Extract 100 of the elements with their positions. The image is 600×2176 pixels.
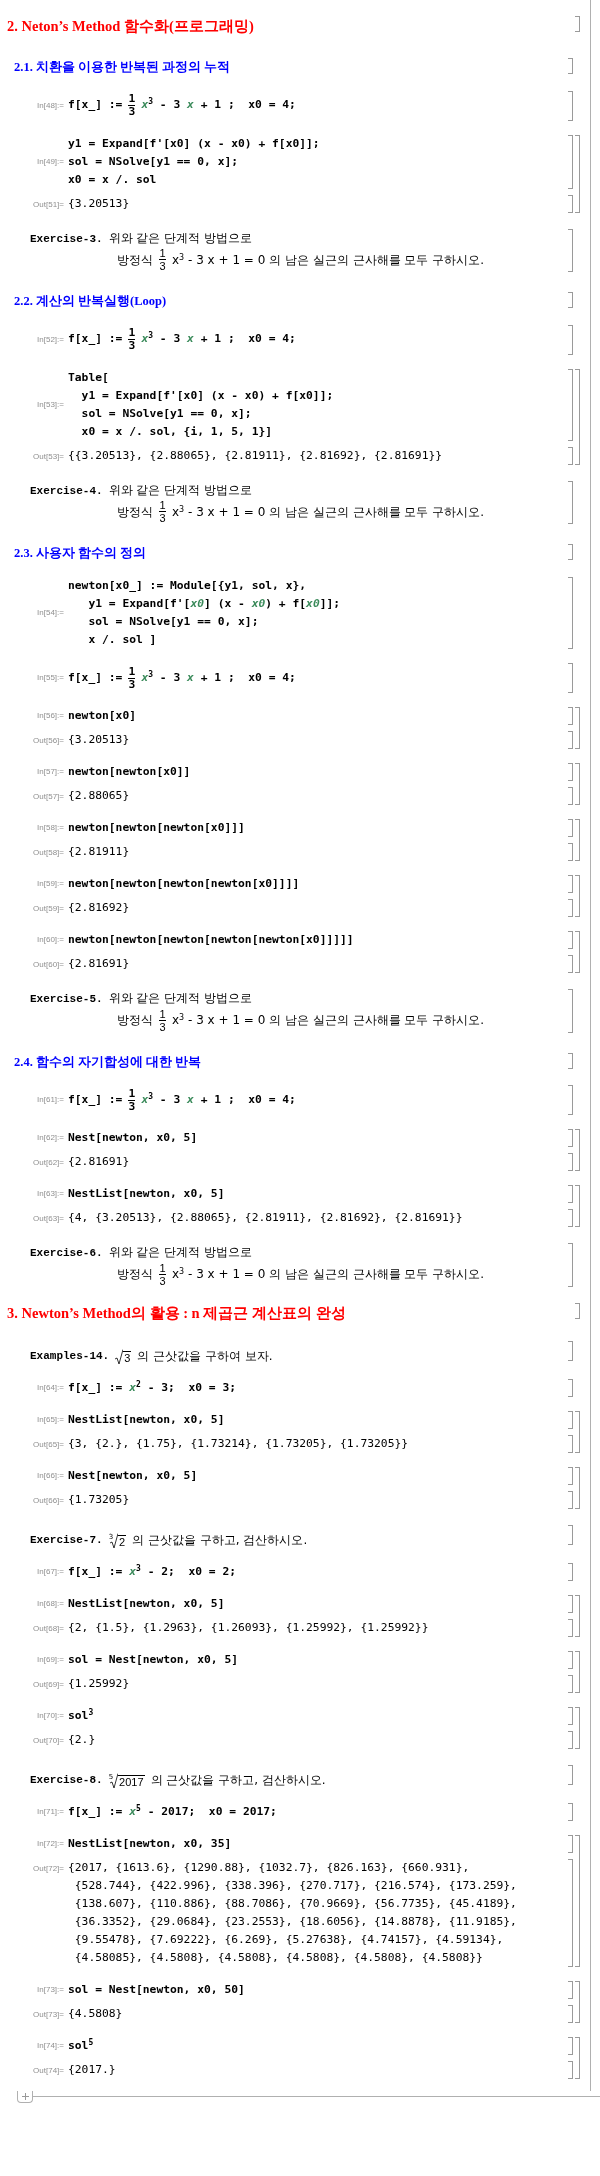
cell-bracket[interactable] [568, 899, 573, 917]
exercise-label: Exercise-8. [30, 1773, 103, 1788]
exercise-text: 위와 같은 단계적 방법으로 [108, 1244, 253, 1262]
section-title: 3. Newton’s Method의 활용 : n 제곱근 계산표의 완성 [7, 1303, 347, 1323]
cell-bracket[interactable] [568, 90, 573, 121]
cell-bracket[interactable] [568, 663, 573, 693]
output-line: {3, {2.}, {1.75}, {1.73214}, {1.73205}, {1.73205}} [68, 1435, 410, 1452]
code-line: newton[newton[x0]] [68, 764, 192, 780]
cell-bracket[interactable] [575, 1185, 580, 1228]
cell-bracket[interactable] [575, 875, 580, 917]
output-line: {2.81911} [68, 844, 131, 860]
cell-bracket[interactable] [568, 1052, 573, 1069]
cell-bracket[interactable] [575, 1410, 580, 1453]
cell-bracket[interactable] [568, 1340, 573, 1361]
cell-bracket[interactable] [568, 763, 573, 781]
code-line: sol = Nest[newton, x0, 5] [68, 1651, 240, 1668]
output-line: {3.20513} [68, 195, 131, 212]
cell-bracket[interactable] [568, 1858, 573, 1967]
cell-bracket[interactable] [575, 134, 580, 213]
cell-bracket[interactable] [575, 1650, 580, 1693]
prompt-label: Out[72]= [33, 1862, 64, 1875]
cell-bracket[interactable] [568, 1466, 573, 1485]
cell-bracket[interactable] [568, 324, 573, 355]
cell-bracket[interactable] [568, 1618, 573, 1637]
cell-bracket[interactable] [568, 1764, 573, 1785]
code-line: newton[x0] [68, 708, 137, 724]
cell-bracket[interactable] [568, 1153, 573, 1172]
code-line: sol$^{5}$ [68, 2036, 95, 2054]
cell-bracket[interactable] [568, 707, 573, 725]
cell-bracket[interactable] [568, 292, 573, 308]
cell-bracket[interactable] [568, 1209, 573, 1228]
cell-bracket[interactable] [568, 577, 573, 649]
cell-bracket[interactable] [568, 1085, 573, 1116]
cell-bracket[interactable] [568, 134, 573, 189]
cell-bracket[interactable] [568, 843, 573, 861]
cell-bracket[interactable] [568, 368, 573, 441]
output-line: {138.607}, {110.886}, {88.7086}, {70.9669}, {56.7735}, {45.4189}, [73, 1895, 518, 1912]
cell-bracket[interactable] [575, 1466, 580, 1509]
output-line: {36.3352}, {29.0684}, {23.2553}, {18.6056}, {14.8878}, {11.9185}, [73, 1913, 518, 1930]
cell-bracket[interactable] [568, 1524, 573, 1545]
cell-bracket[interactable] [568, 1834, 573, 1853]
cell-bracket[interactable] [568, 875, 573, 893]
cell-bracket[interactable] [568, 1730, 573, 1749]
prompt-label: In[62]:= [37, 1132, 64, 1145]
cell-bracket[interactable] [568, 931, 573, 949]
cell-bracket[interactable] [568, 787, 573, 805]
prompt-label: In[56]:= [37, 710, 64, 722]
prompt-label: In[53]:= [37, 398, 64, 411]
cell-bracket[interactable] [568, 544, 573, 561]
cell-bracket[interactable] [568, 731, 573, 749]
cell-bracket[interactable] [575, 16, 580, 32]
cell-bracket[interactable] [568, 1434, 573, 1453]
cell-bracket[interactable] [575, 819, 580, 861]
cell-bracket[interactable] [568, 2060, 573, 2079]
cell-bracket[interactable] [568, 989, 573, 1033]
cell-bracket[interactable] [575, 1129, 580, 1172]
cell-bracket[interactable] [568, 446, 573, 465]
exercise-text: 의 근삿값을 구하여 보자. [137, 1347, 273, 1365]
output-line: {528.744}, {422.996}, {338.396}, {270.717}, {216.574}, {173.259}, [73, 1877, 518, 1894]
cell-bracket[interactable] [568, 2036, 573, 2055]
cell-bracket[interactable] [568, 1594, 573, 1613]
add-cell-button[interactable] [17, 2090, 33, 2103]
subsection-title: 2.4. 함수의 자기합성에 대한 반복 [14, 1053, 203, 1071]
cell-bracket[interactable] [568, 1802, 573, 1821]
code-line: newton[newton[newton[x0]]] [68, 820, 246, 836]
output-line: {4.5808} [68, 2005, 124, 2022]
cell-bracket[interactable] [575, 763, 580, 805]
cell-bracket[interactable] [568, 1129, 573, 1148]
cell-bracket[interactable] [568, 1674, 573, 1693]
cell-bracket[interactable] [568, 955, 573, 973]
cell-bracket[interactable] [568, 1650, 573, 1669]
code-text: x$^{3}$ - 3 x + 1 ; x0 = 4; [141, 669, 296, 686]
cell-bracket[interactable] [568, 2004, 573, 2023]
cell-bracket[interactable] [575, 1706, 580, 1749]
cell-bracket[interactable] [568, 194, 573, 213]
cell-bracket[interactable] [568, 57, 573, 74]
code-line: newton[newton[newton[newton[newton[x0]]]]] [68, 932, 355, 948]
cell-bracket[interactable] [568, 480, 573, 525]
cell-bracket[interactable] [568, 1490, 573, 1509]
cell-bracket[interactable] [575, 1980, 580, 2023]
cell-bracket[interactable] [568, 1706, 573, 1725]
cell-bracket[interactable] [575, 1594, 580, 1637]
cell-bracket[interactable] [568, 1562, 573, 1581]
prompt-label: Out[65]= [33, 1438, 64, 1451]
cell-bracket[interactable] [568, 1243, 573, 1287]
cell-bracket[interactable] [575, 707, 580, 749]
cell-bracket[interactable] [575, 2036, 580, 2079]
exercise-text: 방정식 [117, 251, 153, 269]
cell-bracket[interactable] [568, 819, 573, 837]
cell-bracket[interactable] [568, 1185, 573, 1204]
prompt-label: In[55]:= [37, 672, 64, 684]
output-line: {9.55478}, {7.69222}, {6.269}, {5.27638}, {4.74157}, {4.59134}, [73, 1931, 505, 1948]
cell-bracket[interactable] [575, 1302, 580, 1319]
cell-bracket[interactable] [575, 931, 580, 973]
cell-bracket[interactable] [568, 228, 573, 272]
cell-bracket[interactable] [568, 1980, 573, 1999]
cell-bracket[interactable] [568, 1410, 573, 1429]
cell-bracket[interactable] [575, 368, 580, 465]
cell-bracket[interactable] [575, 1834, 580, 1967]
cell-bracket[interactable] [568, 1378, 573, 1397]
